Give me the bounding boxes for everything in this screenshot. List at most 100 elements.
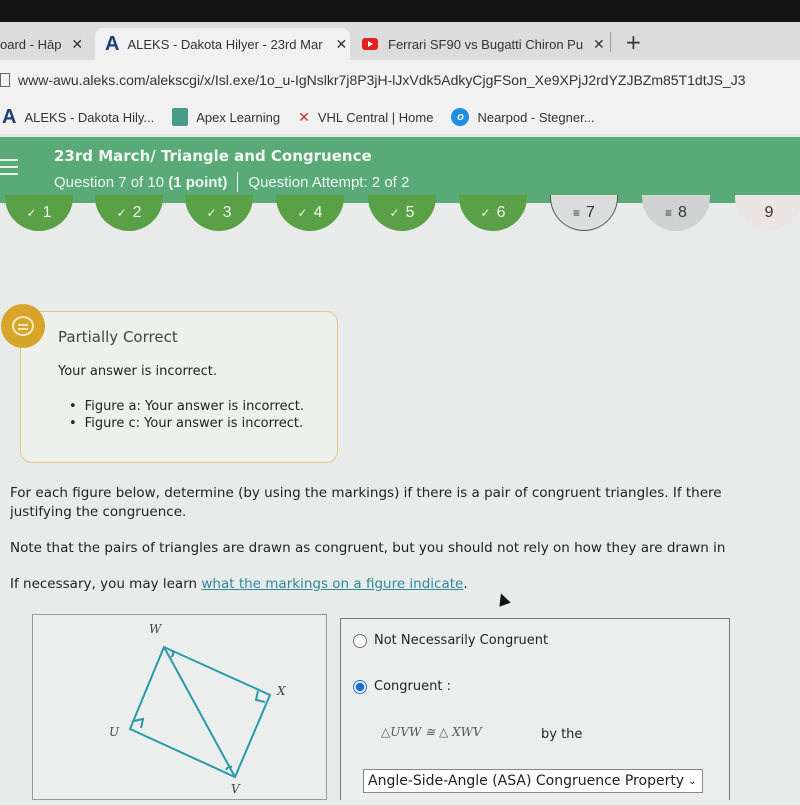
- bookmark-vhl[interactable]: ✕ VHL Central | Home: [298, 109, 433, 126]
- browser-tab-youtube[interactable]: Ferrari SF90 vs Bugatti Chiron Pu ✕: [362, 28, 607, 60]
- radio-not-congruent[interactable]: [353, 633, 367, 648]
- bookmark-label: ALEKS - Dakota Hily...: [24, 109, 155, 125]
- chevron-down-icon: ⌄: [688, 775, 697, 787]
- vertex-label-w: W: [149, 622, 163, 636]
- check-icon: ✓: [206, 206, 217, 220]
- feedback-item: Figure c: Your answer is incorrect.: [83, 415, 304, 432]
- vertex-label-u: U: [109, 725, 120, 739]
- question-number: Question 7 of 10: [54, 173, 165, 191]
- feedback-panel: Partially Correct Your answer is incorre…: [1, 304, 338, 463]
- close-tab-icon[interactable]: ✕: [71, 36, 83, 53]
- browser-tab-dashboard[interactable]: oard - Hāp ✕: [0, 28, 100, 60]
- instruction-line: justifying the congruence.: [10, 504, 187, 520]
- question-number: 1: [42, 204, 52, 221]
- question-info: Question 7 of 10 (1 point) Question Atte…: [54, 172, 409, 192]
- question-button-8[interactable]: ≡ 8: [642, 195, 710, 231]
- option-congruent[interactable]: Congruent :: [353, 679, 451, 694]
- question-button-5[interactable]: ✓ 5: [368, 195, 436, 231]
- check-icon: ✓: [389, 206, 400, 220]
- aleks-logo-icon: A: [2, 105, 17, 128]
- option-label: Congruent :: [374, 679, 451, 694]
- question-points: (1 point): [168, 173, 228, 191]
- bookmark-aleks[interactable]: A ALEKS - Dakota Hily...: [0, 106, 154, 129]
- question-number: 8: [678, 204, 687, 221]
- selected-property: Angle-Side-Angle (ASA) Congruence Proper…: [368, 773, 685, 789]
- question-button-6[interactable]: ✓ 6: [459, 195, 527, 231]
- feedback-chat-icon: [1, 304, 45, 348]
- angle-mark-w: [170, 650, 175, 658]
- question-number: 4: [313, 204, 323, 221]
- aleks-logo-icon: A: [105, 32, 120, 55]
- tab-title: Ferrari SF90 vs Bugatti Chiron Pu: [388, 36, 583, 52]
- screen-bezel: [0, 0, 800, 22]
- figure-panel: W X U V: [32, 614, 327, 800]
- check-icon: ✓: [480, 206, 491, 220]
- congruence-property-select[interactable]: Angle-Side-Angle (ASA) Congruence Proper…: [363, 769, 703, 793]
- help-text: If necessary, you may learn: [10, 576, 202, 592]
- question-button-7[interactable]: ≡ 7: [550, 195, 618, 231]
- bookmark-nearpod[interactable]: o Nearpod - Stegner...: [451, 108, 595, 126]
- vhl-logo-icon: ✕: [298, 108, 310, 125]
- tab-title: oard - Hāp: [0, 36, 62, 52]
- apex-logo-icon: [172, 108, 189, 126]
- diagonal-wv: [163, 646, 236, 778]
- assignment-header: 23rd March/ Triangle and Congruence Ques…: [0, 137, 800, 203]
- question-number: 5: [405, 204, 415, 221]
- radio-congruent[interactable]: [353, 679, 367, 694]
- question-button-9[interactable]: 9: [735, 195, 800, 231]
- question-number: 2: [132, 204, 142, 221]
- vertex-label-v: V: [231, 782, 241, 796]
- question-button-2[interactable]: ✓ 2: [95, 195, 163, 231]
- site-info-icon[interactable]: [0, 73, 10, 87]
- menu-icon[interactable]: [0, 159, 18, 175]
- by-the-label: by the: [541, 727, 583, 742]
- close-tab-icon[interactable]: ✕: [335, 36, 347, 53]
- tab-title: ALEKS - Dakota Hilyer - 23rd Mar: [127, 36, 323, 52]
- browser-tab-bar: oard - Hāp ✕ A ALEKS - Dakota Hilyer - 2…: [0, 22, 800, 60]
- url-text[interactable]: www-awu.aleks.com/alekscgi/x/Isl.exe/1o_…: [18, 72, 746, 88]
- youtube-icon: [362, 38, 378, 50]
- tab-divider: [610, 32, 611, 52]
- instruction-note: Note that the pairs of triangles are dra…: [10, 540, 726, 556]
- option-label: Not Necessarily Congruent: [374, 633, 549, 648]
- question-attempt: Question Attempt: 2 of 2: [248, 173, 410, 191]
- check-icon: ✓: [116, 206, 127, 220]
- markings-help-link[interactable]: what the markings on a figure indicate: [201, 576, 463, 592]
- question-number: 9: [764, 204, 774, 221]
- bookmark-label: VHL Central | Home: [317, 109, 434, 125]
- question-navigation: ✓ 1 ✓ 2 ✓ 3 ✓ 4 ✓ 5 ✓ 6 ≡ 7 ≡ 8 9: [0, 195, 800, 235]
- browser-tab-aleks[interactable]: A ALEKS - Dakota Hilyer - 23rd Mar ✕: [95, 28, 350, 60]
- close-tab-icon[interactable]: ✕: [593, 36, 605, 53]
- feedback-list: Figure a: Your answer is incorrect. Figu…: [83, 398, 304, 432]
- triangle-figure: W X U V: [109, 622, 286, 796]
- vertex-label-x: X: [276, 684, 286, 698]
- bookmark-label: Apex Learning: [196, 109, 281, 125]
- bookmark-label: Nearpod - Stegner...: [477, 109, 595, 125]
- feedback-item: Figure a: Your answer is incorrect.: [83, 398, 304, 415]
- question-button-3[interactable]: ✓ 3: [185, 195, 253, 231]
- in-progress-icon: ≡: [573, 205, 581, 220]
- question-number: 3: [222, 204, 232, 221]
- question-button-4[interactable]: ✓ 4: [276, 195, 344, 231]
- feedback-message: Your answer is incorrect.: [58, 364, 217, 379]
- congruence-statement[interactable]: △UVW ≅ △ XWV: [381, 725, 482, 739]
- help-text: .: [463, 576, 468, 592]
- bookmarks-bar: A ALEKS - Dakota Hily... Apex Learning ✕…: [0, 100, 800, 134]
- option-not-congruent[interactable]: Not Necessarily Congruent: [353, 633, 548, 648]
- instructions: For each figure below, determine (by usi…: [10, 484, 800, 611]
- nearpod-logo-icon: o: [451, 108, 470, 126]
- question-number: 6: [496, 204, 506, 221]
- new-tab-button[interactable]: +: [625, 30, 642, 54]
- instruction-main: For each figure below, determine (by usi…: [10, 484, 800, 522]
- bookmark-apex[interactable]: Apex Learning: [172, 108, 280, 126]
- divider: [237, 172, 239, 192]
- check-icon: ✓: [297, 206, 308, 220]
- answer-panel: Not Necessarily Congruent Congruent : △U…: [340, 618, 730, 800]
- instruction-help: If necessary, you may learn what the mar…: [10, 575, 800, 594]
- question-number: 7: [586, 203, 595, 221]
- address-bar[interactable]: www-awu.aleks.com/alekscgi/x/Isl.exe/1o_…: [0, 60, 800, 100]
- right-angle-mark-u: [133, 717, 145, 729]
- instruction-line: For each figure below, determine (by usi…: [10, 485, 722, 501]
- question-button-1[interactable]: ✓ 1: [5, 195, 73, 231]
- in-progress-icon: ≡: [665, 206, 673, 220]
